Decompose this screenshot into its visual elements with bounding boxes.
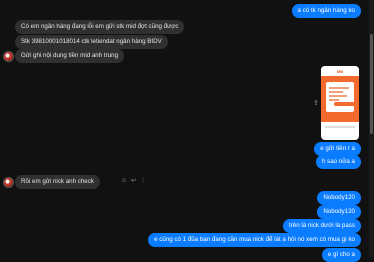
share-icon[interactable]: ⇪ <box>313 99 319 107</box>
attachment-body <box>321 76 359 122</box>
scrollbar[interactable] <box>369 0 374 257</box>
message-outgoing: e gửi tiền r a <box>314 142 361 156</box>
bank-logo: MB <box>336 68 344 74</box>
avatar[interactable] <box>3 177 14 188</box>
message-incoming: Gửi ghi nội dung tiền mid anh trung <box>15 49 125 63</box>
smile-icon[interactable]: ☺ <box>121 178 127 184</box>
message-list[interactable]: a có tk ngân hàng ko Có em ngân hàng đan… <box>0 0 368 262</box>
avatar[interactable] <box>3 51 14 62</box>
message-actions: ☺ ↩ ⋮ <box>121 177 146 185</box>
receipt-card <box>326 82 356 112</box>
more-icon[interactable]: ⋮ <box>140 177 146 184</box>
message-outgoing: e gì cho a <box>321 248 361 262</box>
message-outgoing: trên là nick dưới là pass <box>283 219 361 233</box>
message-outgoing: Nobody120 <box>317 191 361 205</box>
message-outgoing: Nobody120 <box>317 205 361 219</box>
message-incoming: Có em ngân hàng đang lỗi em gửi stk mid … <box>15 20 185 34</box>
reply-icon[interactable]: ↩ <box>131 177 136 184</box>
message-outgoing: e cũng có 1 đũa bạn đang cần mua nick để… <box>148 233 361 247</box>
message-outgoing: a có tk ngân hàng ko <box>291 4 361 18</box>
message-incoming: Stk 39810001018014 ctk letiendat ngân hà… <box>15 35 168 49</box>
attachment-footer <box>325 126 355 128</box>
message-outgoing: h sao nữa a <box>315 155 361 169</box>
scrollbar-thumb[interactable] <box>370 34 373 134</box>
image-attachment[interactable]: MB <box>321 66 359 140</box>
attachment-header: MB <box>321 66 359 76</box>
message-incoming: Rồi em gửi nick anh check <box>15 175 100 189</box>
